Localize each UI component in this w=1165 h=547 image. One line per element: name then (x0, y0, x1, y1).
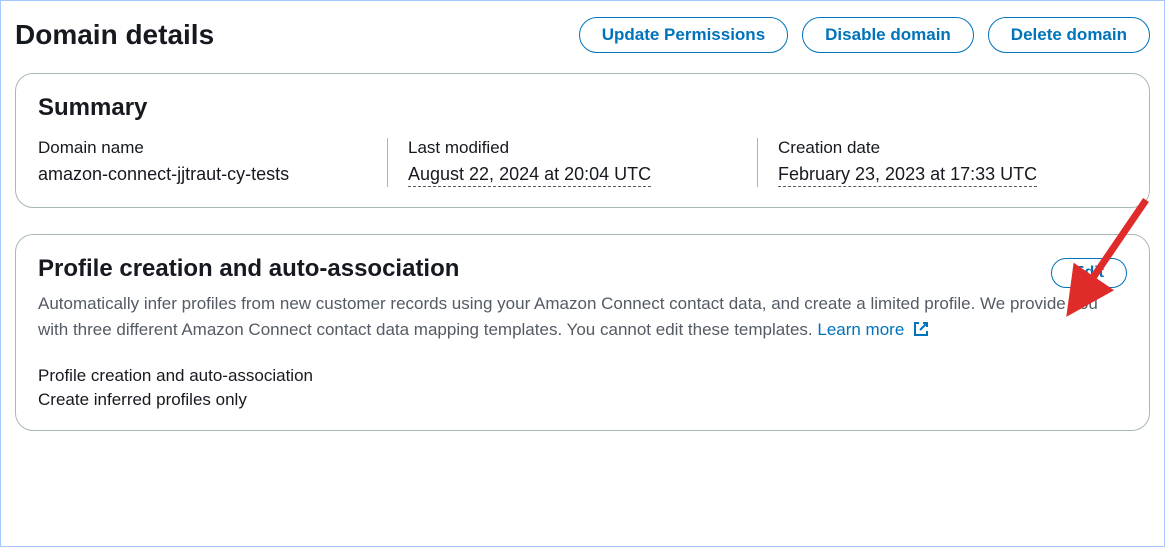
summary-domain-name: Domain name amazon-connect-jjtraut-cy-te… (38, 138, 387, 187)
last-modified-label: Last modified (408, 138, 737, 158)
summary-title: Summary (38, 94, 1127, 122)
delete-domain-button[interactable]: Delete domain (988, 17, 1150, 53)
profile-creation-description: Automatically infer profiles from new cu… (38, 291, 1127, 346)
profile-creation-card: Profile creation and auto-association Ed… (15, 234, 1150, 431)
learn-more-link[interactable]: Learn more (817, 320, 929, 339)
profile-creation-title: Profile creation and auto-association (38, 255, 459, 283)
summary-last-modified: Last modified August 22, 2024 at 20:04 U… (387, 138, 757, 187)
creation-date-value: February 23, 2023 at 17:33 UTC (778, 164, 1037, 187)
last-modified-value: August 22, 2024 at 20:04 UTC (408, 164, 651, 187)
summary-creation-date: Creation date February 23, 2023 at 17:33… (757, 138, 1127, 187)
edit-button[interactable]: Edit (1051, 258, 1127, 288)
update-permissions-button[interactable]: Update Permissions (579, 17, 788, 53)
summary-card: Summary Domain name amazon-connect-jjtra… (15, 73, 1150, 208)
profile-setting-value: Create inferred profiles only (38, 390, 1127, 410)
creation-date-label: Creation date (778, 138, 1107, 158)
page-header: Domain details Update Permissions Disabl… (15, 17, 1150, 53)
profile-setting-label: Profile creation and auto-association (38, 366, 1127, 386)
domain-name-label: Domain name (38, 138, 367, 158)
external-link-icon (913, 319, 929, 345)
page-title: Domain details (15, 19, 214, 51)
domain-name-value: amazon-connect-jjtraut-cy-tests (38, 164, 367, 185)
header-actions: Update Permissions Disable domain Delete… (579, 17, 1150, 53)
disable-domain-button[interactable]: Disable domain (802, 17, 974, 53)
